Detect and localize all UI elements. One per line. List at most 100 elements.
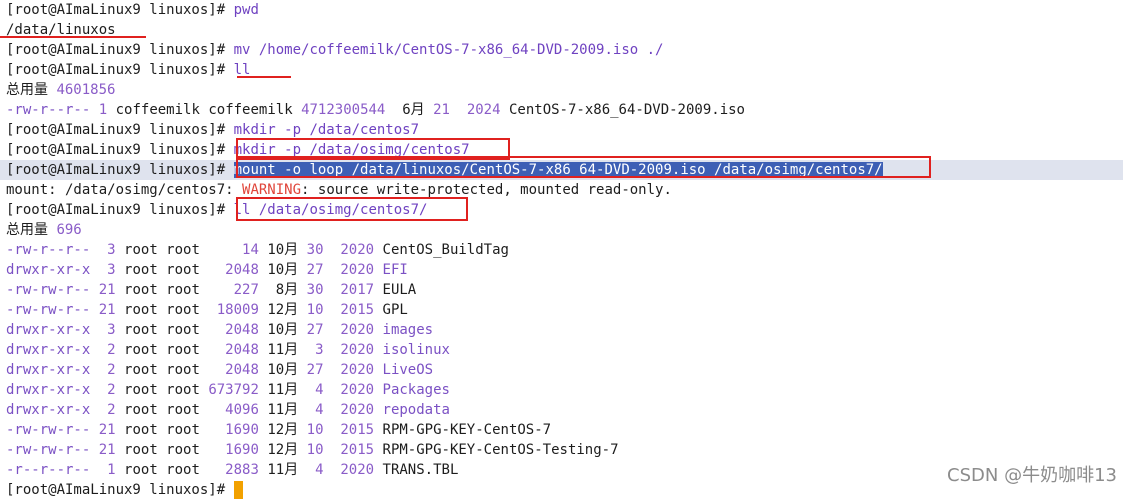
file-year: 2020: [340, 402, 375, 418]
command-text: pwd: [233, 2, 259, 18]
file-links: 3: [98, 242, 116, 258]
shell-prompt: [root@AImaLinux9 linuxos]#: [6, 482, 226, 498]
file-links: 2: [98, 362, 116, 378]
file-links: 2: [98, 342, 116, 358]
command-text: mkdir -p /data/centos7: [233, 122, 420, 138]
file-permissions: drwxr-xr-x: [6, 402, 91, 418]
file-size: 2048: [208, 342, 259, 358]
listing-row: -rw-rw-r-- 21 root root 1690 12月 10 2015…: [0, 440, 1123, 460]
file-permissions: -r--r--r--: [6, 462, 91, 478]
file-day: 4: [306, 382, 324, 398]
listing-row: drwxr-xr-x 2 root root 4096 11月 4 2020 r…: [0, 400, 1123, 420]
file-links: 21: [98, 442, 116, 458]
file-year: 2020: [340, 462, 375, 478]
file-size: 18009: [208, 302, 259, 318]
file-day: 27: [306, 322, 324, 338]
file-month: 11月: [267, 382, 299, 398]
file-permissions: drwxr-xr-x: [6, 322, 91, 338]
file-day: 27: [306, 262, 324, 278]
shell-prompt: [root@AImaLinux9 linuxos]#: [6, 62, 226, 78]
file-permissions: -rw-rw-r--: [6, 282, 91, 298]
file-size: 673792: [208, 382, 259, 398]
shell-prompt: [root@AImaLinux9 linuxos]#: [6, 162, 226, 178]
file-day: 30: [306, 242, 324, 258]
file-month: 10月: [267, 362, 299, 378]
annotation-box: [236, 156, 931, 178]
file-name: RPM-GPG-KEY-CentOS-Testing-7: [382, 442, 619, 458]
file-name: CentOS_BuildTag: [382, 242, 509, 258]
file-links: 3: [98, 262, 116, 278]
total-value: 696: [56, 222, 82, 238]
file-owner: root root: [124, 282, 200, 298]
terminal-window[interactable]: [root@AImaLinux9 linuxos]# pwd /data/lin…: [0, 0, 1123, 499]
file-day: 10: [306, 422, 324, 438]
file-month: 12月: [267, 442, 299, 458]
listing-row: -rw-rw-r-- 21 root root 227 8月 30 2017 E…: [0, 280, 1123, 300]
file-size: 2048: [208, 362, 259, 378]
file-name: EULA: [382, 282, 417, 298]
file-year: 2015: [340, 442, 375, 458]
file-name: TRANS.TBL: [382, 462, 459, 478]
file-permissions: -rw-r--r--: [6, 242, 91, 258]
file-month: 12月: [267, 422, 299, 438]
terminal-line: [root@AImaLinux9 linuxos]# ll: [0, 60, 1123, 80]
shell-prompt: [root@AImaLinux9 linuxos]#: [6, 42, 226, 58]
total-label: 总用量: [6, 82, 48, 98]
total-label: 总用量: [6, 222, 48, 238]
shell-prompt: [root@AImaLinux9 linuxos]#: [6, 202, 226, 218]
file-owner: root root: [124, 262, 200, 278]
file-name: Packages: [382, 382, 450, 398]
file-size: 1690: [208, 442, 259, 458]
file-permissions: drwxr-xr-x: [6, 362, 91, 378]
file-day: 4: [306, 462, 324, 478]
file-year: 2020: [340, 362, 375, 378]
file-day: 3: [306, 342, 324, 358]
file-day: 4: [306, 402, 324, 418]
terminal-line: /data/linuxos: [0, 20, 1123, 40]
file-name: GPL: [382, 302, 408, 318]
file-permissions: -rw-rw-r--: [6, 422, 91, 438]
file-month: 10月: [267, 262, 299, 278]
file-month: 6月: [402, 102, 425, 118]
warning-label: WARNING: [242, 182, 302, 198]
file-year: 2015: [340, 422, 375, 438]
file-size: 2048: [208, 262, 259, 278]
terminal-line: [root@AImaLinux9 linuxos]# pwd: [0, 0, 1123, 20]
annotation-underline: [0, 36, 146, 38]
file-permissions: -rw-rw-r--: [6, 302, 91, 318]
file-year: 2020: [340, 262, 375, 278]
file-user: coffeemilk: [115, 102, 200, 118]
terminal-line: -rw-r--r-- 1 coffeemilk coffeemilk 47123…: [0, 100, 1123, 120]
mount-message-rest: : source write-protected, mounted read-o…: [301, 182, 672, 198]
total-value: 4601856: [56, 82, 116, 98]
file-owner: root root: [124, 442, 200, 458]
file-links: 21: [98, 302, 116, 318]
file-owner: root root: [124, 242, 200, 258]
listing-row: drwxr-xr-x 2 root root 673792 11月 4 2020…: [0, 380, 1123, 400]
file-size: 2883: [208, 462, 259, 478]
annotation-underline: [237, 76, 291, 78]
listing-row: -rw-rw-r-- 21 root root 1690 12月 10 2015…: [0, 420, 1123, 440]
file-links: 2: [98, 382, 116, 398]
file-permissions: -rw-rw-r--: [6, 442, 91, 458]
terminal-line: [root@AImaLinux9 linuxos]# mkdir -p /dat…: [0, 120, 1123, 140]
file-month: 10月: [267, 242, 299, 258]
watermark: CSDN @牛奶咖啡13: [947, 465, 1117, 486]
file-owner: root root: [124, 302, 200, 318]
file-year: 2020: [340, 322, 375, 338]
file-permissions: drwxr-xr-x: [6, 342, 91, 358]
file-month: 11月: [267, 462, 299, 478]
listing-row: -rw-rw-r-- 21 root root 18009 12月 10 201…: [0, 300, 1123, 320]
file-owner: root root: [124, 342, 200, 358]
terminal-line: 总用量 696: [0, 220, 1123, 240]
annotation-box: [236, 197, 468, 221]
file-owner: root root: [124, 422, 200, 438]
file-year: 2020: [340, 342, 375, 358]
file-owner: root root: [124, 462, 200, 478]
file-permissions: drwxr-xr-x: [6, 382, 91, 398]
file-owner: root root: [124, 402, 200, 418]
file-size: 1690: [208, 422, 259, 438]
terminal-cursor[interactable]: [233, 481, 243, 499]
file-owner: root root: [124, 322, 200, 338]
file-size: 227: [208, 282, 259, 298]
